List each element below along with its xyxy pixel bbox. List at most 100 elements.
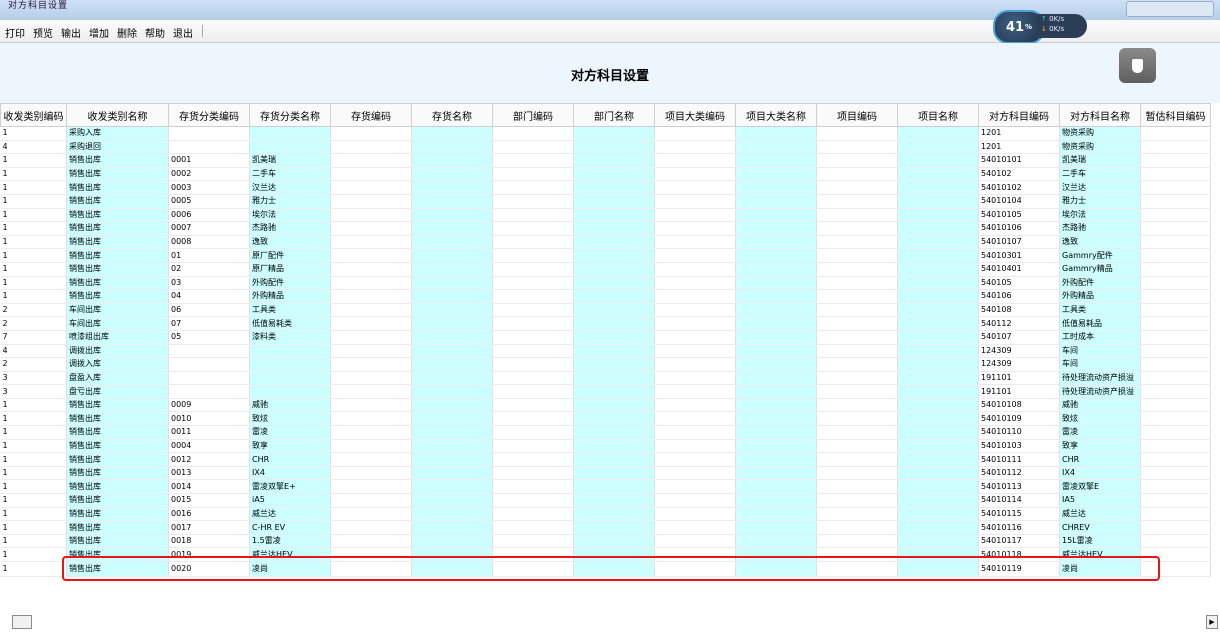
table-cell[interactable]: 1 [0,493,67,508]
table-cell[interactable]: CHR [1059,452,1141,467]
table-cell[interactable] [411,248,493,263]
table-cell[interactable] [816,398,898,413]
table-cell[interactable] [816,316,898,331]
table-cell[interactable] [411,276,493,291]
table-cell[interactable] [735,235,817,250]
table-cell[interactable]: 1 [0,194,67,209]
table-row[interactable]: 1 销售出库 04 外购精品 540106 外购精品 [0,289,1211,304]
table-cell[interactable] [573,126,655,141]
table-row[interactable]: 2 调拨入库 124309 车间 [0,357,1211,372]
table-cell[interactable]: 外购配件 [249,276,331,291]
table-cell[interactable] [330,398,412,413]
menu-exit[interactable]: 退出 [172,25,194,40]
table-cell[interactable] [330,303,412,318]
table-cell[interactable]: 销售出库 [66,194,169,209]
table-cell[interactable] [573,398,655,413]
table-cell[interactable]: 1 [0,276,67,291]
table-cell[interactable] [411,330,493,345]
table-cell[interactable] [249,344,331,359]
table-cell[interactable] [411,507,493,522]
table-cell[interactable]: 低值易耗品 [1059,316,1141,331]
table-cell[interactable]: 漆料类 [249,330,331,345]
table-cell[interactable]: 汉兰达 [249,180,331,195]
table-cell[interactable]: 0020 [168,561,250,577]
table-cell[interactable] [1140,316,1211,331]
table-cell[interactable]: 54010101 [978,153,1060,168]
table-cell[interactable]: 销售出库 [66,561,169,577]
table-cell[interactable] [573,235,655,250]
table-row[interactable]: 1 销售出库 0001 凯美瑞 54010101 凯美瑞 [0,153,1211,168]
table-cell[interactable] [897,126,979,141]
table-cell[interactable] [654,167,736,182]
table-cell[interactable] [735,167,817,182]
menu-preview[interactable]: 预览 [32,25,54,40]
table-cell[interactable] [654,221,736,236]
table-cell[interactable] [492,398,574,413]
table-cell[interactable] [654,547,736,562]
table-cell[interactable]: 54010109 [978,411,1060,427]
table-cell[interactable]: 54010118 [978,547,1060,562]
table-cell[interactable] [1140,493,1211,508]
table-cell[interactable] [654,303,736,318]
table-cell[interactable] [654,384,736,399]
table-cell[interactable] [249,384,331,399]
table-cell[interactable] [1140,276,1211,291]
table-cell[interactable]: 0008 [168,235,250,250]
table-row[interactable]: 1 销售出库 0007 杰路驰 54010106 杰路驰 [0,221,1211,236]
table-cell[interactable] [492,262,574,277]
table-cell[interactable]: 1 [0,248,67,263]
table-cell[interactable] [573,167,655,182]
table-cell[interactable]: 1 [0,167,67,182]
table-cell[interactable] [897,303,979,318]
table-cell[interactable] [330,262,412,277]
table-cell[interactable]: iA5 [249,493,331,508]
table-cell[interactable]: 02 [168,262,250,277]
table-cell[interactable] [573,466,655,481]
table-cell[interactable]: 1 [0,221,67,236]
table-cell[interactable]: 汉兰达 [1059,180,1141,195]
table-cell[interactable] [654,344,736,359]
table-cell[interactable] [735,547,817,562]
table-cell[interactable]: 凌尚 [1059,561,1141,577]
table-cell[interactable] [735,126,817,141]
table-cell[interactable] [330,452,412,467]
table-cell[interactable] [492,520,574,535]
table-cell[interactable]: 0009 [168,398,250,413]
table-cell[interactable] [330,547,412,562]
table-cell[interactable]: 54010117 [978,534,1060,549]
table-cell[interactable]: 待处理流动资产损溢 [1059,371,1141,386]
table-cell[interactable] [735,221,817,236]
table-cell[interactable] [654,140,736,155]
table-cell[interactable]: 雷凌 [249,425,331,440]
table-cell[interactable]: 1201 [978,140,1060,155]
table-cell[interactable] [492,126,574,141]
table-cell[interactable]: 0011 [168,425,250,440]
table-cell[interactable] [897,316,979,331]
table-cell[interactable] [1140,180,1211,195]
table-cell[interactable]: 销售出库 [66,262,169,277]
table-cell[interactable]: 致炫 [249,411,331,427]
table-row[interactable]: 2 车间出库 07 低值易耗类 540112 低值易耗品 [0,316,1211,331]
window-controls[interactable] [1126,1,1214,17]
table-cell[interactable] [573,384,655,399]
table-cell[interactable] [411,153,493,168]
table-cell[interactable] [735,371,817,386]
table-cell[interactable] [168,371,250,386]
table-cell[interactable] [897,357,979,372]
table-cell[interactable]: 1 [0,561,67,577]
table-row[interactable]: 1 销售出库 0002 二手车 540102 二手车 [0,167,1211,182]
table-cell[interactable]: 威驰 [249,398,331,413]
table-cell[interactable]: 调拨出库 [66,344,169,359]
table-cell[interactable]: 销售出库 [66,534,169,549]
table-cell[interactable]: 1 [0,398,67,413]
table-cell[interactable] [735,153,817,168]
table-cell[interactable] [492,289,574,304]
table-cell[interactable] [816,425,898,440]
table-cell[interactable]: 致炫 [1059,411,1141,427]
table-cell[interactable] [897,140,979,155]
table-cell[interactable] [411,384,493,399]
column-header[interactable]: 对方科目编码 [978,103,1060,127]
table-cell[interactable] [573,180,655,195]
table-cell[interactable] [330,153,412,168]
table-cell[interactable]: 54010119 [978,561,1060,577]
